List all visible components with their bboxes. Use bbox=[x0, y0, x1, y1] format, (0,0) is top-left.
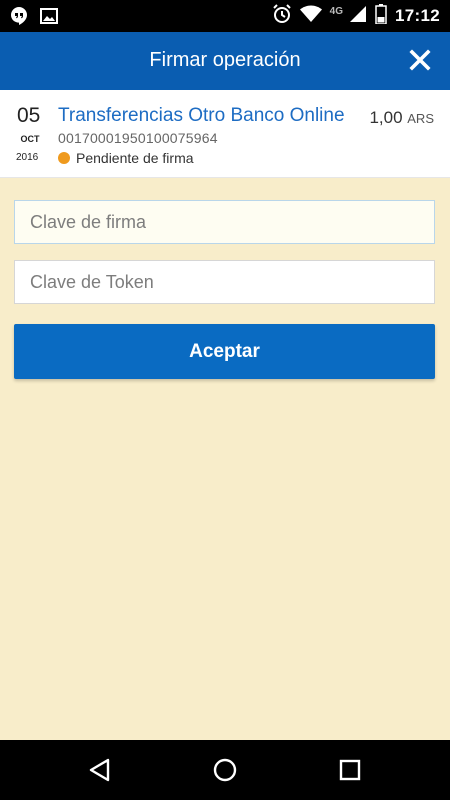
operation-currency: ARS bbox=[407, 111, 434, 126]
close-icon bbox=[409, 49, 431, 71]
status-bar: 4G 17:12 bbox=[0, 0, 450, 32]
app-bar: Firmar operación bbox=[0, 32, 450, 90]
status-left-icons bbox=[10, 6, 58, 31]
token-key-input[interactable] bbox=[14, 260, 435, 304]
operation-title: Transferencias Otro Banco Online bbox=[58, 105, 345, 126]
signal-icon bbox=[349, 5, 367, 28]
operation-amount: 1,00 bbox=[369, 108, 403, 127]
battery-icon bbox=[375, 3, 387, 29]
wifi-icon bbox=[299, 5, 322, 28]
recents-icon bbox=[339, 759, 361, 781]
status-right-icons: 4G 17:12 bbox=[272, 3, 440, 29]
page-title: Firmar operación bbox=[149, 49, 301, 71]
status-time: 17:12 bbox=[395, 6, 440, 25]
hangouts-icon bbox=[10, 6, 28, 31]
accept-button[interactable]: Aceptar bbox=[14, 324, 435, 379]
home-button[interactable] bbox=[211, 756, 239, 784]
operation-amount-group: 1,00 ARS bbox=[369, 108, 434, 128]
status-dot-icon bbox=[58, 152, 70, 164]
home-icon bbox=[213, 758, 237, 782]
operation-status: Pendiente de firma bbox=[58, 150, 194, 166]
back-button[interactable] bbox=[86, 756, 114, 784]
navigation-bar bbox=[0, 740, 450, 800]
operation-year: 2016 bbox=[16, 152, 39, 163]
operation-card: 05 OCT 2016 Transferencias Otro Banco On… bbox=[0, 90, 450, 178]
signature-key-input[interactable] bbox=[14, 200, 435, 244]
network-type: 4G bbox=[329, 5, 344, 17]
back-icon bbox=[89, 758, 110, 782]
recents-button[interactable] bbox=[336, 756, 364, 784]
status-text: Pendiente de firma bbox=[76, 150, 194, 166]
image-icon bbox=[40, 7, 58, 30]
operation-month: OCT bbox=[20, 134, 40, 144]
alarm-icon bbox=[272, 3, 292, 29]
operation-number: 00170001950100075964 bbox=[58, 130, 218, 146]
close-button[interactable] bbox=[408, 48, 432, 72]
operation-day: 05 bbox=[17, 104, 41, 127]
